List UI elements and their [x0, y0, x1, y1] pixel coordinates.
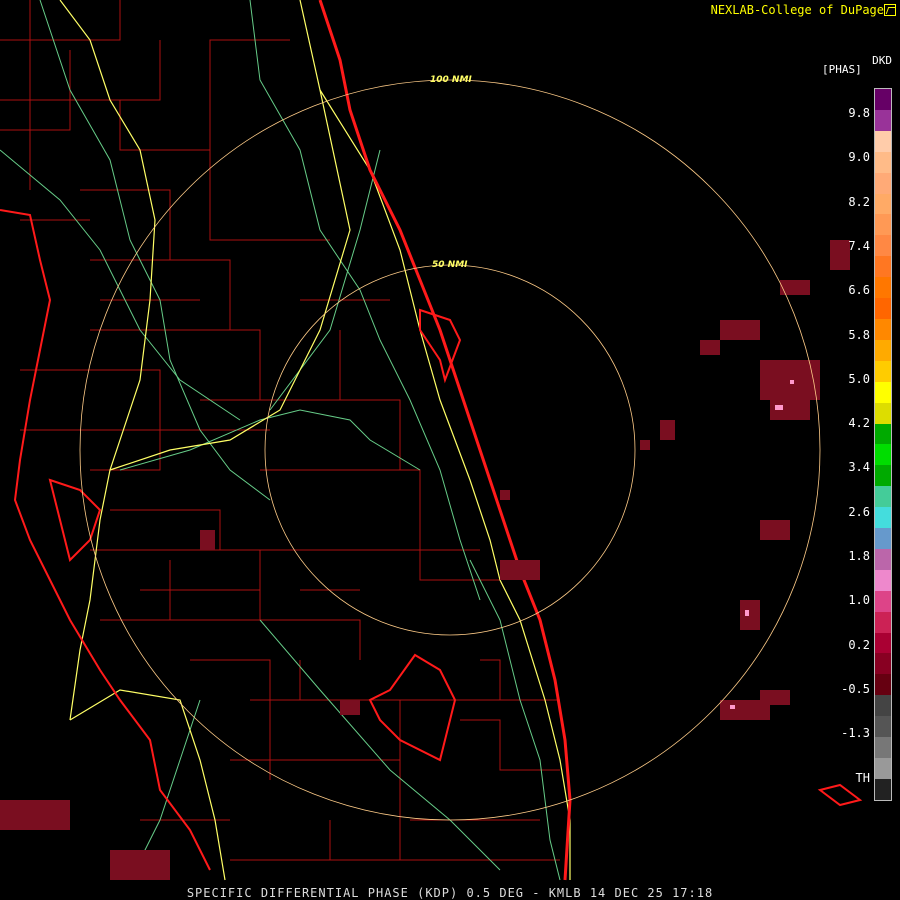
scale-swatch	[875, 758, 891, 779]
header-title: NEXLAB-College of DuPage	[710, 3, 884, 17]
scale-tick-label: 1.8	[848, 549, 870, 563]
scale-swatch	[875, 298, 891, 319]
scale-tick-label: -0.5	[841, 681, 870, 696]
scale-swatch	[875, 444, 891, 466]
ring-label-50: 50 NMI	[432, 260, 468, 270]
scale-swatch	[875, 486, 891, 508]
scale-swatch	[875, 193, 891, 215]
scale-swatch	[875, 381, 891, 403]
scale-swatch	[875, 89, 891, 110]
scale-tick-label: 7.4	[848, 238, 870, 253]
scale-swatch	[875, 778, 891, 800]
scale-swatch	[875, 151, 891, 173]
scale-swatch	[875, 402, 891, 424]
scale-swatch	[875, 109, 891, 131]
product-footer: SPECIFIC DIFFERENTIAL PHASE (KDP) 0.5 DE…	[186, 886, 714, 900]
scale-tick-label: 8.2	[848, 194, 870, 209]
scale-tick-label: 1.0	[848, 593, 870, 608]
scale-swatch	[875, 674, 891, 696]
scale-tick-label: 9.8	[848, 106, 870, 120]
scale-swatch	[875, 590, 891, 612]
scale-tick-label: 6.6	[848, 283, 870, 298]
logo-icon	[884, 4, 896, 16]
scale-swatch	[875, 360, 891, 382]
unit-label: [PHAS]	[822, 63, 862, 76]
county-boundaries	[0, 0, 560, 861]
scale-swatch	[875, 423, 891, 445]
scale-swatch	[875, 214, 891, 236]
interstates	[59, 0, 571, 881]
radar-echoes-high	[730, 380, 794, 709]
scale-swatch	[875, 528, 891, 549]
scale-tick-label: TH	[855, 770, 870, 785]
scale-tick-label: 5.8	[848, 327, 870, 342]
scale-tick-label: -1.3	[841, 726, 870, 741]
scale-tick-label: 2.6	[848, 504, 870, 519]
radar-map: 100 NMI 50 NMI	[0, 0, 863, 881]
scale-swatch	[875, 737, 891, 758]
scale-swatch	[875, 235, 891, 257]
scale-swatch	[875, 465, 891, 487]
scale-tick-label: 5.0	[848, 371, 870, 386]
scale-swatch	[875, 716, 891, 738]
color-scale-bar	[874, 88, 892, 801]
scale-swatch	[875, 632, 891, 654]
scale-swatch	[875, 277, 891, 299]
scale-swatch	[875, 653, 891, 675]
scale-swatch	[875, 569, 891, 591]
ring-label-100: 100 NMI	[430, 75, 472, 85]
scale-swatch	[875, 172, 891, 194]
scale-tick-label: 4.2	[848, 416, 870, 431]
scale-tick-label: 0.2	[848, 637, 870, 652]
scale-swatch	[875, 256, 891, 278]
scale-swatch	[875, 548, 891, 570]
scale-swatch	[875, 130, 891, 152]
scale-tick-label: 3.4	[848, 460, 870, 475]
scale-swatch	[875, 695, 891, 717]
scale-swatch	[875, 611, 891, 633]
scale-swatch	[875, 507, 891, 529]
scale-swatch	[875, 339, 891, 361]
unit-label-top: DKD	[872, 54, 892, 67]
scale-swatch	[875, 318, 891, 340]
scale-tick-label: 9.0	[848, 150, 870, 165]
